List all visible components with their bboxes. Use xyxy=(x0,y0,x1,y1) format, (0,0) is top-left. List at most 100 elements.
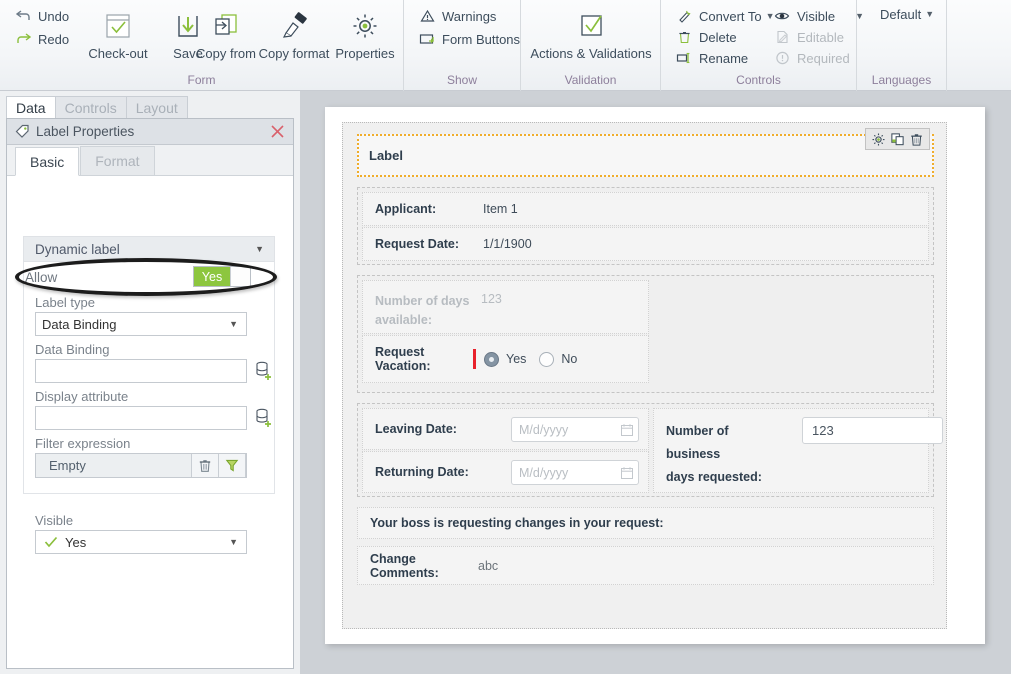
business-days-value: 123 xyxy=(812,423,834,438)
visible-select[interactable]: Yes ▼ xyxy=(35,530,247,554)
required-marker xyxy=(473,349,476,369)
actions-validations-button[interactable]: Actions & Validations xyxy=(530,6,652,68)
editable-button[interactable]: Editable xyxy=(769,27,847,47)
undo-button[interactable]: Undo xyxy=(10,6,72,26)
check-out-button[interactable]: Check-out xyxy=(80,6,156,68)
close-icon[interactable] xyxy=(269,123,286,140)
ribbon-group-label-show: Show xyxy=(446,73,478,87)
dynamic-label-group-header[interactable]: Dynamic label ▼ xyxy=(23,236,275,262)
required-button[interactable]: Required xyxy=(769,48,853,68)
calendar-icon[interactable] xyxy=(616,466,638,480)
leaving-date-row[interactable]: Leaving Date: M/d/yyyy xyxy=(362,408,649,450)
tab-basic-label: Basic xyxy=(30,153,65,170)
table-row[interactable]: Applicant: Item 1 xyxy=(362,192,929,226)
dates-section: Leaving Date: M/d/yyyy Returning Date: M… xyxy=(357,403,943,497)
data-binding-label: Data Binding xyxy=(35,342,110,357)
gear-icon[interactable] xyxy=(869,130,888,149)
required-icon xyxy=(772,49,792,67)
page-title: Label Properties xyxy=(36,124,135,139)
undo-label: Undo xyxy=(38,8,70,24)
days-available-row[interactable]: Number of days available: 123 xyxy=(362,280,649,334)
visible-button[interactable]: Visible ▼ xyxy=(769,6,867,26)
warning-triangle-icon xyxy=(417,7,437,25)
ribbon-group-languages: Default ▼ Languages xyxy=(857,0,947,91)
copy-format-button[interactable]: Copy format xyxy=(256,6,332,68)
change-comments-row[interactable]: Change Comments: abc xyxy=(357,546,934,585)
checkbox-check-icon xyxy=(575,6,607,46)
database-add-icon[interactable] xyxy=(255,361,273,381)
tab-format-label: Format xyxy=(95,153,140,169)
ribbon-group-label-form: Form xyxy=(187,73,216,87)
label-control-selected[interactable]: Label xyxy=(357,128,934,177)
ribbon-group-controls: Convert To ▼ Delete Rename Visible ▼ Edi… xyxy=(661,0,864,91)
visible-label: Visible xyxy=(797,8,836,24)
trash-icon[interactable] xyxy=(907,130,926,149)
days-available-label-line2: available: xyxy=(375,313,432,327)
ribbon-group-show: Warnings Form Buttons Show xyxy=(404,0,521,91)
redo-button[interactable]: Redo xyxy=(10,29,72,49)
returning-date-input[interactable]: M/d/yyyy xyxy=(511,460,639,485)
ribbon-group-label-validation: Validation xyxy=(564,73,617,87)
sidebar-item-controls[interactable]: Controls xyxy=(54,96,127,119)
calendar-icon[interactable] xyxy=(616,423,638,437)
boss-message-row[interactable]: Your boss is requesting changes in your … xyxy=(357,507,934,539)
returning-date-row[interactable]: Returning Date: M/d/yyyy xyxy=(362,451,649,493)
sidebar-item-layout[interactable]: Layout xyxy=(125,96,188,119)
radio-option-yes[interactable]: Yes xyxy=(484,351,526,367)
copy-from-icon xyxy=(210,6,242,46)
duplicate-icon[interactable] xyxy=(888,130,907,149)
form-buttons-button[interactable]: Form Buttons xyxy=(414,29,523,49)
funnel-icon xyxy=(225,459,239,472)
tab-basic[interactable]: Basic xyxy=(15,147,80,176)
chevron-down-icon: ▼ xyxy=(229,319,238,329)
table-row[interactable]: Request Date: 1/1/1900 xyxy=(362,227,929,261)
request-date-value: 1/1/1900 xyxy=(483,237,532,251)
properties-subtabs: Basic Format xyxy=(7,145,293,176)
database-add-icon[interactable] xyxy=(255,408,273,428)
days-available-label: Number of days available: xyxy=(363,281,481,330)
radio-option-no[interactable]: No xyxy=(539,351,578,367)
basic-tab-body: Dynamic label ▼ Allow Yes Label type Dat… xyxy=(7,176,293,668)
business-days-input[interactable]: 123 xyxy=(802,417,943,444)
properties-label: Properties xyxy=(335,46,395,61)
radio-yes-icon[interactable] xyxy=(484,351,499,367)
properties-button[interactable]: Properties xyxy=(327,6,403,68)
applicant-label: Applicant: xyxy=(375,202,437,216)
ribbon-group-label-controls: Controls xyxy=(736,73,781,87)
data-binding-input[interactable] xyxy=(35,359,247,383)
delete-control-label: Delete xyxy=(699,29,737,45)
label-control-text: Label xyxy=(369,148,403,163)
ribbon-group-empty xyxy=(947,0,1011,91)
filter-apply-button[interactable] xyxy=(219,454,246,477)
allow-toggle[interactable]: Yes xyxy=(193,266,251,287)
ribbon-toolbar: Undo Redo Check-out Save Copy from Copy … xyxy=(0,0,1011,91)
leaving-date-label: Leaving Date: xyxy=(375,422,457,436)
delete-control-button[interactable]: Delete xyxy=(671,27,740,47)
tab-format[interactable]: Format xyxy=(80,146,155,175)
filter-expression-value[interactable]: Empty xyxy=(36,454,192,477)
rename-button[interactable]: Rename xyxy=(671,48,751,68)
display-attribute-input[interactable] xyxy=(35,406,247,430)
pane-tabstrip: Data Controls Layout xyxy=(6,95,188,119)
chevron-down-icon: ▼ xyxy=(229,537,238,547)
default-language-button[interactable]: Default ▼ xyxy=(877,6,937,23)
radio-no-icon[interactable] xyxy=(539,351,555,367)
radio-no-label: No xyxy=(561,352,578,366)
leaving-date-input[interactable]: M/d/yyyy xyxy=(511,417,639,442)
copy-from-button[interactable]: Copy from xyxy=(188,6,264,68)
left-properties-pane: Data Controls Layout Label Properties Ba… xyxy=(0,91,300,674)
convert-to-button[interactable]: Convert To ▼ xyxy=(671,6,778,26)
label-type-value: Data Binding xyxy=(42,316,117,332)
change-comments-label: Change Comments: xyxy=(370,551,439,580)
sidebar-item-data[interactable]: Data xyxy=(6,96,56,119)
required-label: Required xyxy=(797,50,850,66)
form-designer-canvas: Label Applicant: Item 1 Request Date: 1/… xyxy=(300,91,1011,674)
label-type-select[interactable]: Data Binding ▼ xyxy=(35,312,247,336)
trash-icon xyxy=(674,28,694,46)
request-vacation-row[interactable]: Request Vacation: Yes No xyxy=(362,335,649,383)
redo-icon xyxy=(13,30,33,48)
warnings-button[interactable]: Warnings xyxy=(414,6,499,26)
filter-delete-button[interactable] xyxy=(192,454,219,477)
ribbon-group-label-languages: Languages xyxy=(871,73,932,87)
business-days-row[interactable]: Number of business days requested: 123 xyxy=(653,408,943,493)
